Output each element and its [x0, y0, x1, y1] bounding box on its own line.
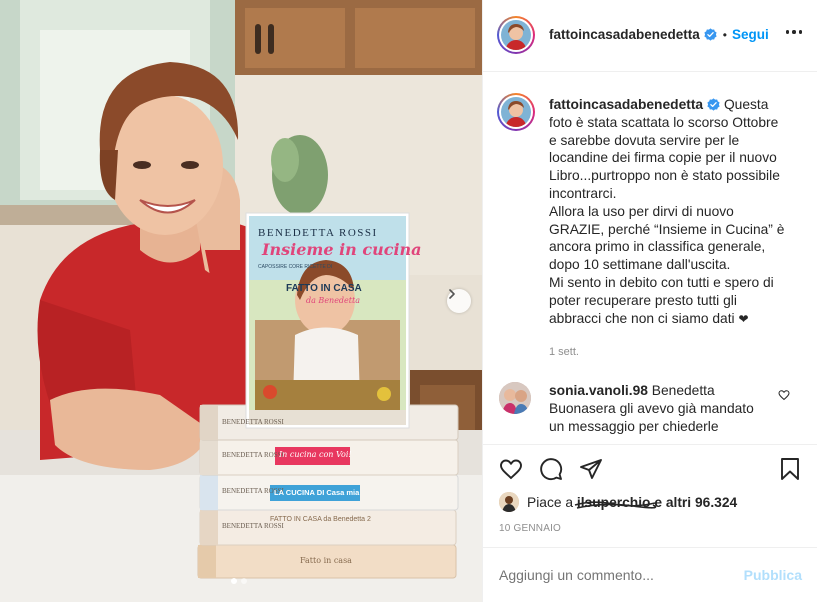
caption-line: Libro...purtroppo non è stato possibile — [549, 168, 780, 184]
comment-like-heart-icon[interactable] — [778, 389, 790, 401]
book-title: Insieme in cucina — [262, 240, 422, 259]
avatar-image — [499, 382, 531, 414]
book-author: BENEDETTA ROSSI — [258, 227, 378, 239]
carousel-dot — [241, 578, 247, 584]
caption-first-line: fattoincasadabenedetta Questa — [549, 96, 799, 114]
verified-badge-icon — [707, 98, 720, 111]
author-username[interactable]: fattoincasadabenedetta — [549, 27, 700, 42]
book-subtitle-2: da Benedetta — [306, 296, 360, 305]
more-options-icon[interactable] — [785, 30, 802, 34]
caption-line: locandine dei firma copie per il nuovo — [549, 150, 777, 166]
add-comment-bar: Pubblica — [483, 547, 817, 602]
verified-badge-icon — [704, 28, 717, 41]
comment-icon[interactable] — [539, 457, 563, 481]
post-header: fattoincasadabenedetta • Segui — [483, 0, 817, 72]
follow-button[interactable]: Segui — [732, 27, 769, 42]
avatar-image — [501, 97, 531, 127]
avatar-image — [499, 492, 519, 512]
caption-line: incontrarci. — [549, 185, 617, 201]
commenter-username[interactable]: sonia.vanoli.98 — [549, 383, 648, 398]
caption-line: Allora la uso per dirvi di nuovo — [549, 203, 734, 219]
post-caption: fattoincasadabenedetta Questa foto è sta… — [549, 96, 799, 328]
caption-timestamp[interactable]: 1 sett. — [549, 346, 579, 358]
spine-2-title: In cucina con Voi! — [279, 450, 352, 459]
publish-button[interactable]: Pubblica — [744, 567, 802, 583]
comment: sonia.vanoli.98 Benedetta Buonasera gli … — [549, 382, 769, 444]
carousel-dot — [231, 578, 237, 584]
comment-line: un messaggio per chiederle — [549, 418, 719, 434]
caption-line: poter recuperare presto tutti gli — [549, 292, 737, 308]
commenter-avatar[interactable] — [499, 382, 531, 414]
header-user-row: fattoincasadabenedetta • Segui — [549, 27, 769, 42]
comment-first-line: sonia.vanoli.98 Benedetta — [549, 382, 769, 400]
spine-4-author: BENEDETTA ROSSI — [222, 522, 284, 530]
caption-line: e sarebbe dovuta servire per le — [549, 132, 740, 148]
chevron-right-icon — [449, 289, 455, 299]
likes-prefix: Piace a — [527, 494, 574, 510]
carousel-indicator — [231, 578, 247, 584]
comment-input[interactable] — [499, 567, 729, 583]
bookmark-icon[interactable] — [779, 457, 801, 481]
black-heart-emoji: ❤ — [738, 311, 749, 326]
author-avatar[interactable] — [497, 16, 535, 54]
caption-line: GRAZIE, perché “Insieme in Cucina” è — [549, 221, 785, 237]
caption-last-line: abbracci che non ci siamo dati ❤ — [549, 310, 799, 329]
spine-2-author: BENEDETTA ROSSI — [222, 451, 284, 459]
avatar-image — [501, 20, 531, 50]
share-icon[interactable] — [579, 457, 603, 481]
book-tagline: CAPOSSIRE CORE RICETTE DI — [258, 264, 333, 270]
spine-5-title: Fatto in casa — [300, 556, 352, 565]
likes-count: e altri 96.324 — [654, 494, 738, 510]
post-photo[interactable]: BENEDETTA ROSSI Insieme in cucina CAPOSS… — [0, 0, 482, 602]
caption-line: Questa — [723, 97, 769, 112]
carousel-next-button[interactable] — [447, 289, 471, 313]
caption-author-avatar[interactable] — [497, 93, 535, 131]
book-subtitle: FATTO IN CASA — [286, 283, 362, 294]
likes-summary[interactable]: Piace a ilsuperchio e altri 96.324 — [499, 492, 737, 512]
caption-username[interactable]: fattoincasadabenedetta — [549, 97, 703, 112]
caption-line: Mi sento in debito con tutti e spero di — [549, 274, 774, 290]
caption-line: foto è stata scattata lo scorso Ottobre — [549, 114, 779, 130]
comment-line: Benedetta — [651, 383, 715, 398]
liker-username[interactable]: ilsuperchio — [574, 495, 657, 510]
instagram-post: BENEDETTA ROSSI Insieme in cucina CAPOSS… — [0, 0, 817, 602]
spine-1-author: BENEDETTA ROSSI — [222, 418, 284, 426]
post-date[interactable]: 10 GENNAIO — [499, 523, 561, 534]
caption-line: abbracci che non ci siamo dati — [549, 310, 735, 326]
caption-line: dopo 10 settimane dall'uscita. — [549, 257, 731, 273]
heart-icon[interactable] — [499, 457, 523, 481]
comment-line: Buonasera gli avevo già mandato — [549, 400, 754, 416]
comments-scroll-area[interactable]: fattoincasadabenedetta Questa foto è sta… — [483, 72, 817, 444]
caption-line: ancora primo in classifica generale, — [549, 239, 766, 255]
post-side-panel: fattoincasadabenedetta • Segui fattoinca… — [482, 0, 817, 602]
spine-3-title: LA CUCINA DI Casa mia — [274, 488, 360, 497]
spine-4-title: FATTO IN CASA da Benedetta 2 — [270, 516, 371, 523]
separator-dot: • — [722, 27, 727, 42]
photo-illustration — [0, 0, 482, 602]
scribble-redaction — [574, 500, 657, 509]
liker-avatar — [499, 492, 519, 512]
comment-line: ... — [549, 436, 561, 444]
